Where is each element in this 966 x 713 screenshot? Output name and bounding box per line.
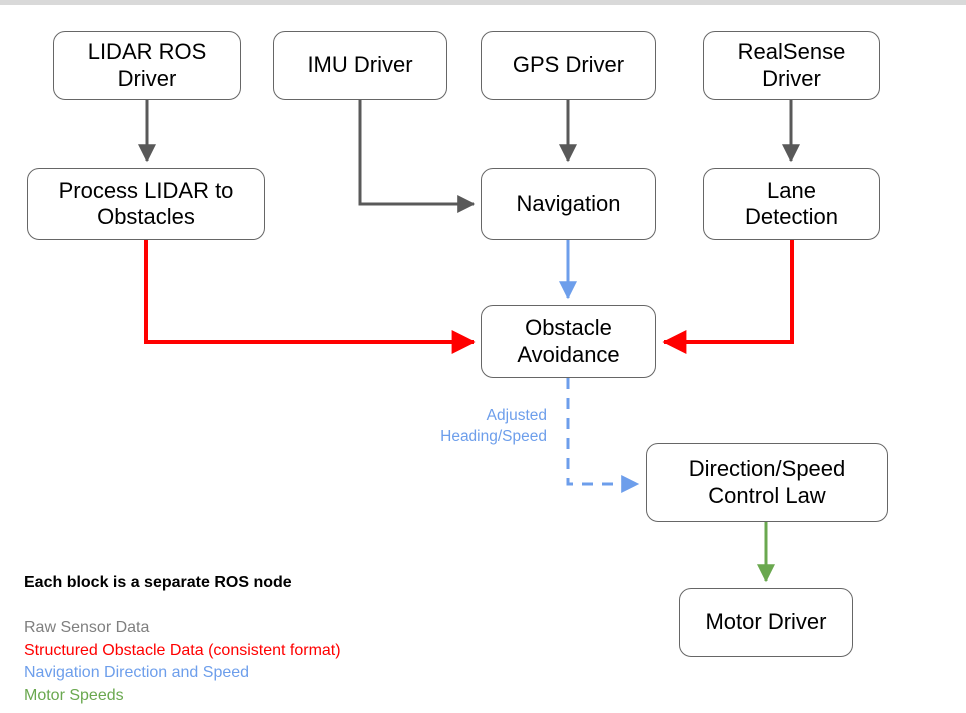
legend-list: Raw Sensor Data Structured Obstacle Data… xyxy=(24,617,341,707)
legend-item-navigation-direction-and-speed: Navigation Direction and Speed xyxy=(24,664,250,681)
edge-process-to-avoidance xyxy=(144,240,476,354)
edge-imu-to-navigation xyxy=(358,100,476,213)
node-motor-driver[interactable]: Motor Driver xyxy=(679,588,853,657)
node-imu-driver[interactable]: IMU Driver xyxy=(273,31,447,100)
legend-item-raw-sensor-data: Raw Sensor Data xyxy=(24,619,150,636)
legend-item-motor-speeds: Motor Speeds xyxy=(24,686,124,704)
node-gps-driver[interactable]: GPS Driver xyxy=(481,31,656,100)
top-strip xyxy=(0,0,966,5)
edge-label-adjusted-heading-speed: Adjusted Heading/Speed xyxy=(440,407,547,445)
edge-avoidance-to-control xyxy=(566,378,640,493)
diagram-canvas: LIDAR ROS Driver IMU Driver GPS Driver R… xyxy=(0,0,966,713)
legend-item-structured-obstacle-data: Structured Obstacle Data (consistent for… xyxy=(24,641,341,659)
node-lidar-ros-driver[interactable]: LIDAR ROS Driver xyxy=(53,31,241,100)
legend-title: Each block is a separate ROS node xyxy=(24,574,292,591)
node-realsense-driver[interactable]: RealSense Driver xyxy=(703,31,880,100)
node-lane-detection[interactable]: Lane Detection xyxy=(703,168,880,240)
node-obstacle-avoidance[interactable]: Obstacle Avoidance xyxy=(481,305,656,378)
node-process-lidar-to-obstacles[interactable]: Process LIDAR to Obstacles xyxy=(27,168,265,240)
node-navigation[interactable]: Navigation xyxy=(481,168,656,240)
edge-lane-to-avoidance xyxy=(662,240,794,354)
node-direction-speed-control-law[interactable]: Direction/Speed Control Law xyxy=(646,443,888,522)
